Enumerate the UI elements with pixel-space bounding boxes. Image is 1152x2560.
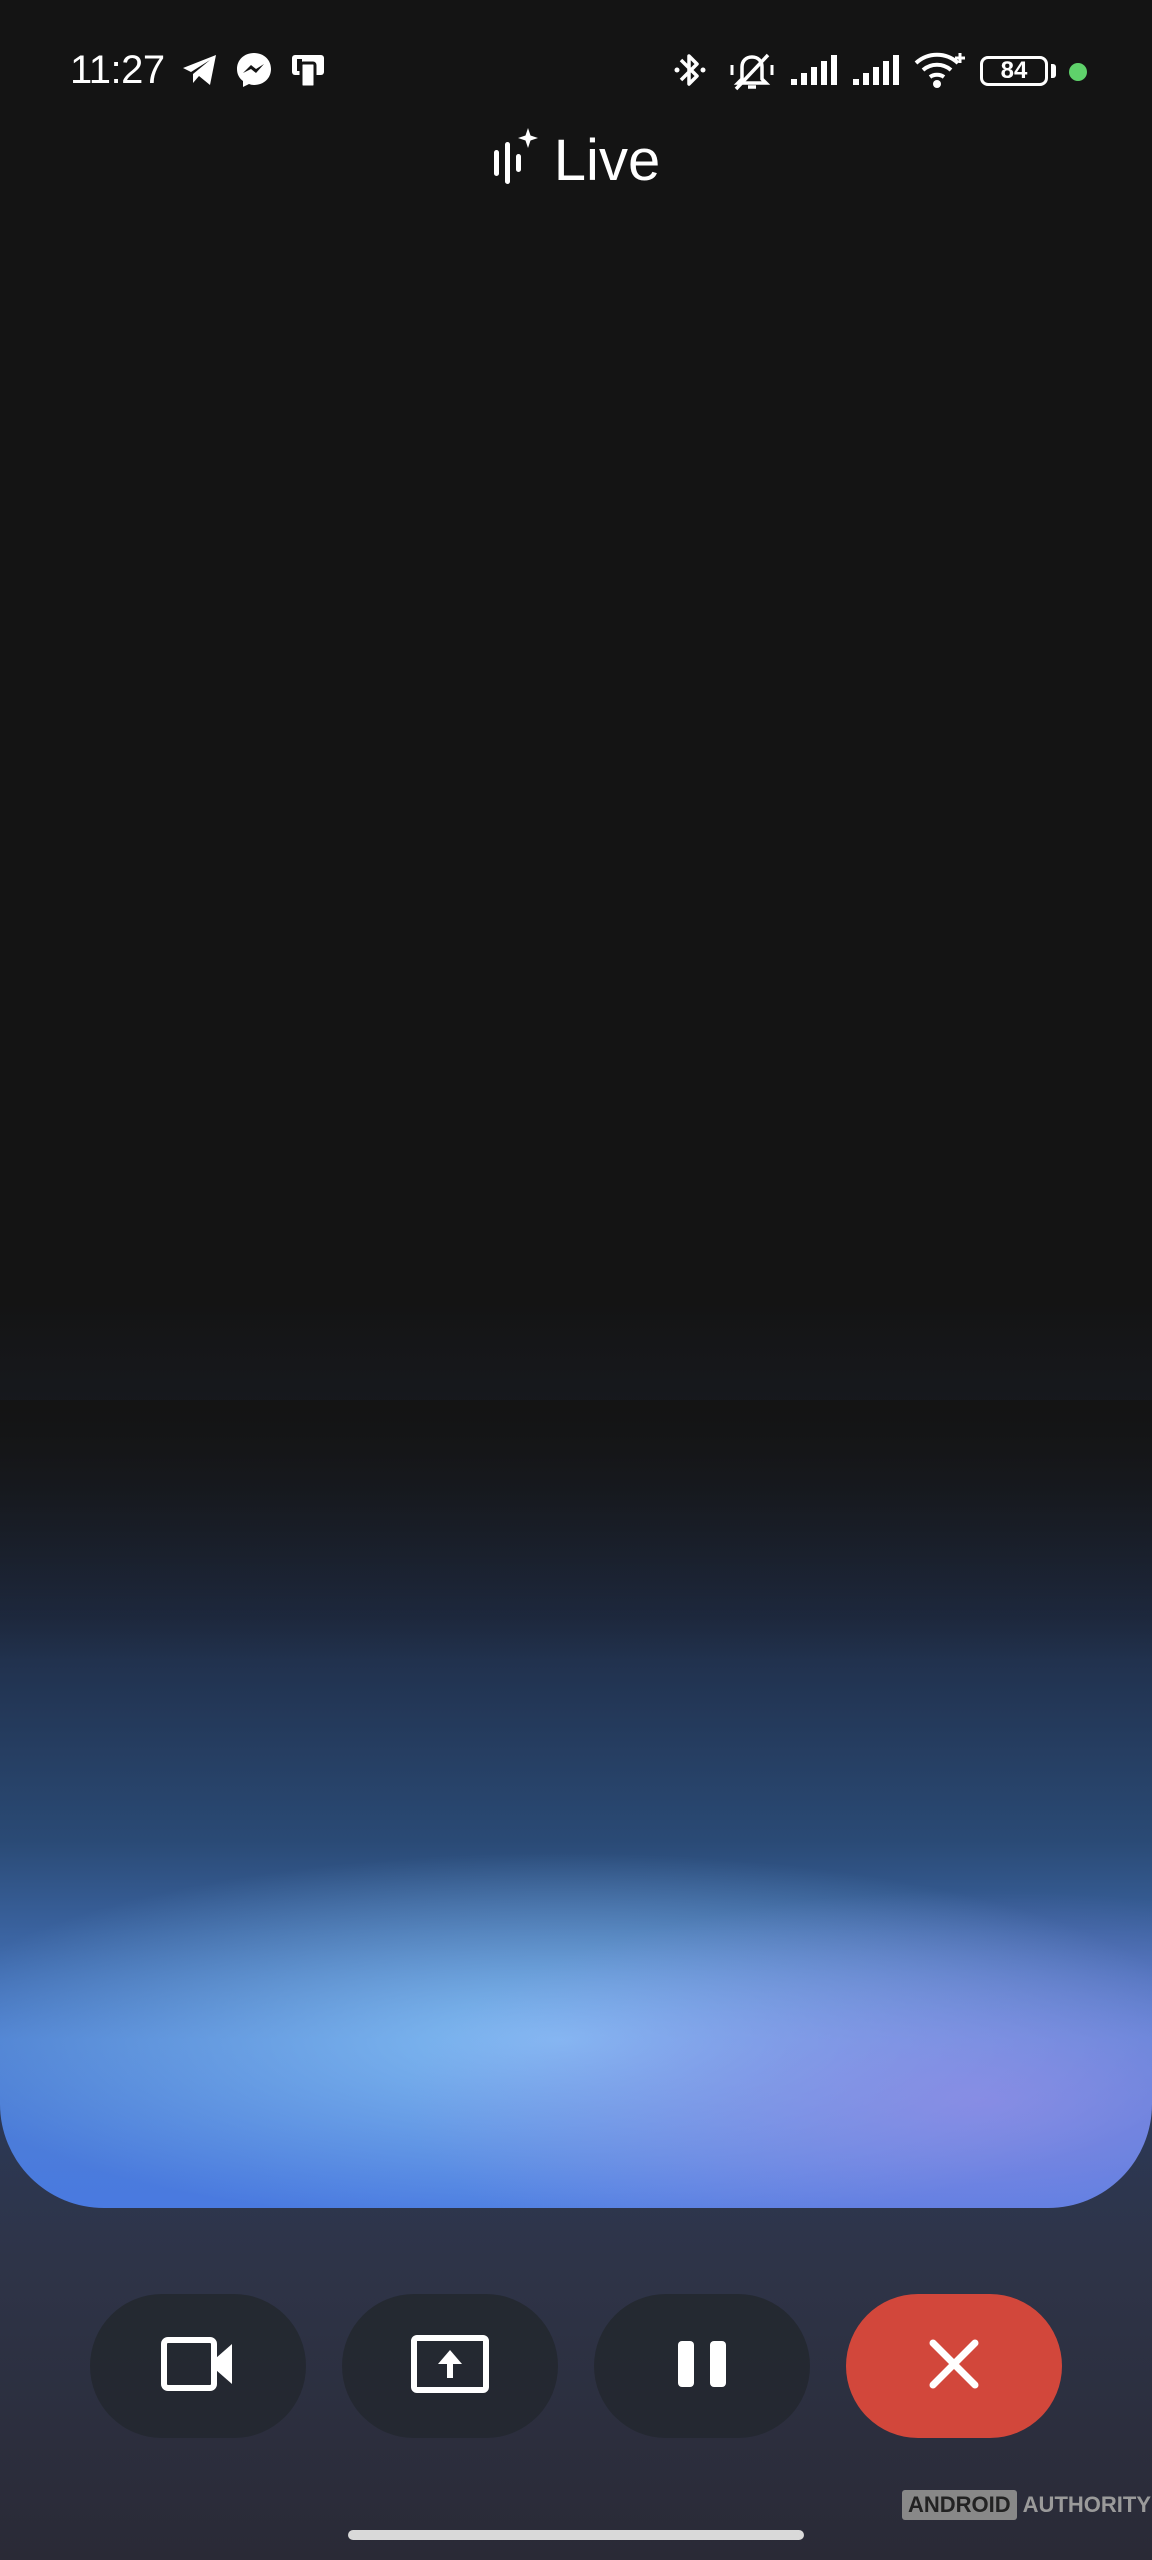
- telegram-icon: [178, 48, 222, 92]
- gemini-live-icon: [492, 126, 538, 195]
- watermark-right: AUTHORITY: [1022, 2492, 1151, 2517]
- wifi-icon: [912, 48, 968, 92]
- pause-button[interactable]: [594, 2294, 810, 2438]
- home-indicator[interactable]: [348, 2530, 804, 2540]
- watermark-left: ANDROID: [902, 2490, 1017, 2520]
- share-screen-button[interactable]: [342, 2294, 558, 2438]
- signal-icon: [850, 48, 902, 92]
- live-controls: [0, 2294, 1152, 2438]
- live-header: Live: [0, 120, 1152, 200]
- page-title: Live: [553, 127, 661, 193]
- video-camera-icon: [160, 2334, 236, 2399]
- messenger-icon: [232, 48, 276, 92]
- signal-icon: [788, 48, 840, 92]
- end-session-button[interactable]: [846, 2294, 1062, 2438]
- camera-button[interactable]: [90, 2294, 306, 2438]
- pause-icon: [676, 2339, 728, 2394]
- battery-icon: 84: [980, 56, 1048, 86]
- privacy-dot-icon: [1069, 63, 1087, 81]
- live-glow-visualizer: [0, 1400, 1152, 2208]
- watermark: ANDROID AUTHORITY: [902, 2490, 1151, 2520]
- battery-level: 84: [1000, 57, 1028, 84]
- close-icon: [927, 2337, 981, 2396]
- battery-tip: [1051, 64, 1056, 78]
- screen-share-icon: [410, 2334, 490, 2399]
- vibrate-off-icon: [726, 48, 778, 92]
- status-time: 11:27: [70, 48, 165, 92]
- bluetooth-icon: [668, 48, 712, 92]
- app-notification-icon: [286, 48, 330, 92]
